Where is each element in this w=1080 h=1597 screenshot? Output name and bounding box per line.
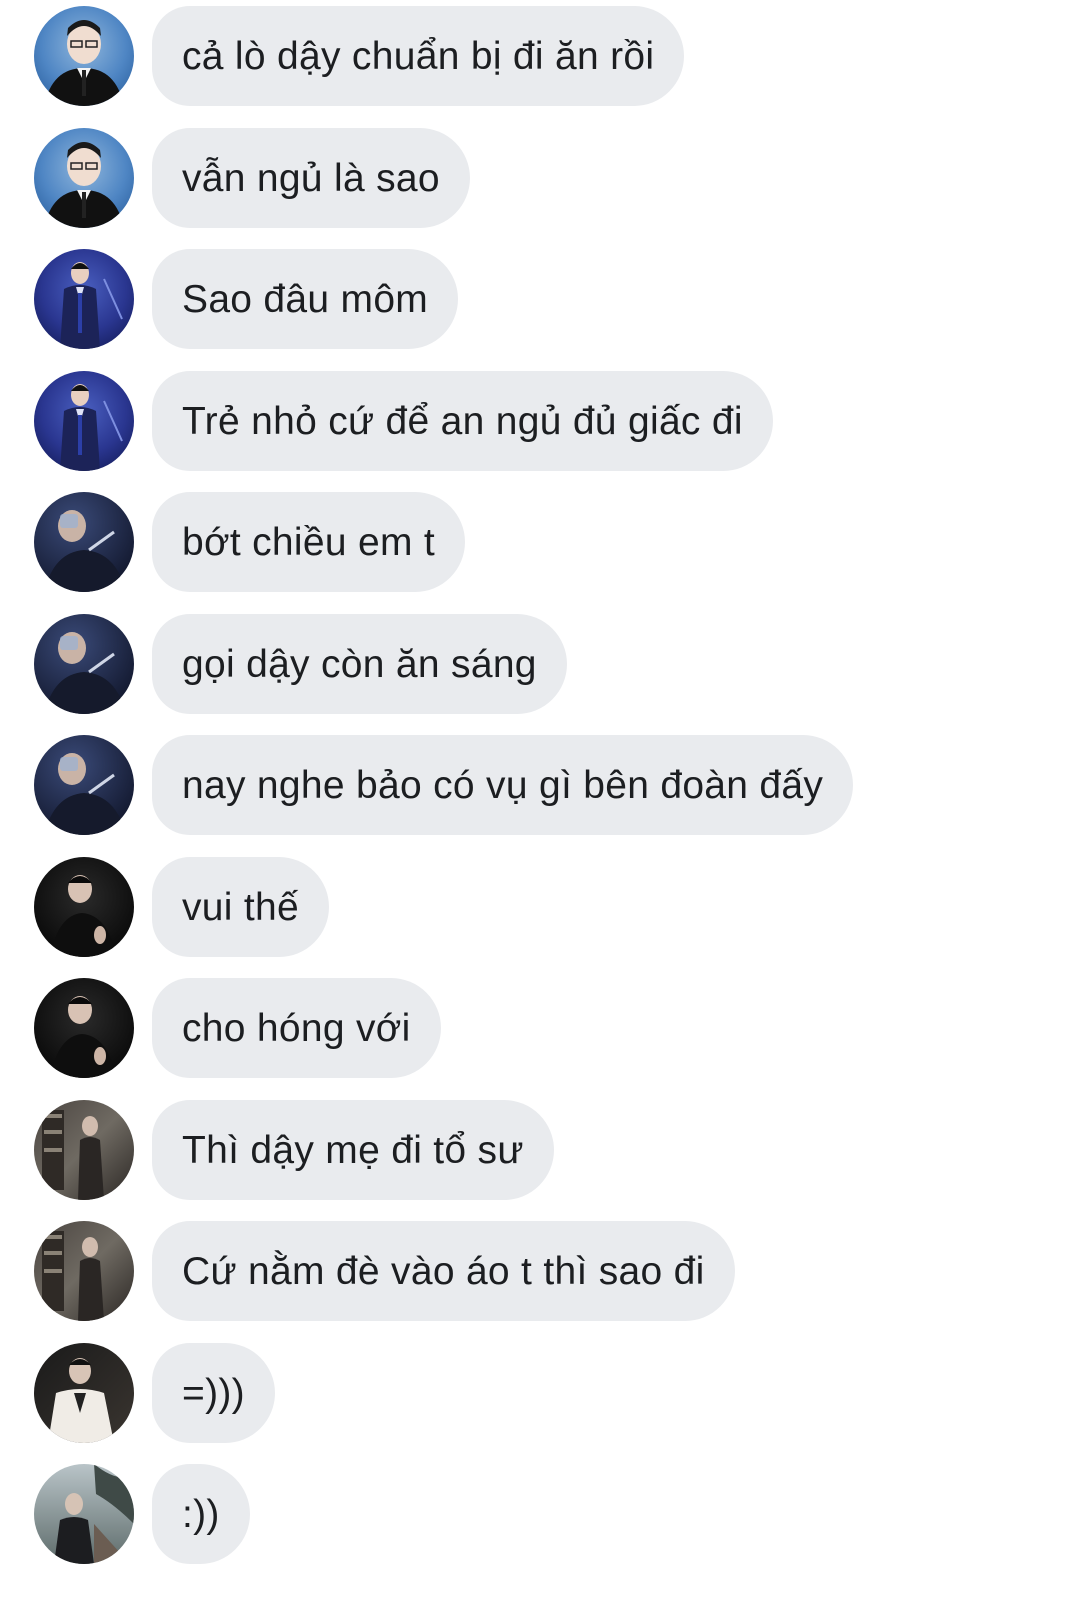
message-row: cả lò dậy chuẩn bị đi ăn rồi bbox=[0, 2, 1080, 106]
message-text: cả lò dậy chuẩn bị đi ăn rồi bbox=[182, 34, 655, 78]
message-bubble[interactable]: cả lò dậy chuẩn bị đi ăn rồi bbox=[152, 6, 685, 106]
message-bubble[interactable]: Trẻ nhỏ cứ để an ngủ đủ giấc đi bbox=[152, 371, 773, 471]
message-row: gọi dậy còn ăn sáng bbox=[0, 610, 1080, 714]
avatar-bookshelf-photo[interactable] bbox=[34, 1221, 134, 1321]
avatar-white-coat-photo[interactable] bbox=[34, 1343, 134, 1443]
message-text: Trẻ nhỏ cứ để an ngủ đủ giấc đi bbox=[182, 399, 743, 443]
message-row: Trẻ nhỏ cứ để an ngủ đủ giấc đi bbox=[0, 367, 1080, 471]
message-bubble[interactable]: gọi dậy còn ăn sáng bbox=[152, 614, 567, 714]
message-bubble[interactable]: nay nghe bảo có vụ gì bên đoàn đấy bbox=[152, 735, 854, 835]
message-bubble[interactable]: bớt chiều em t bbox=[152, 492, 466, 592]
message-row: :)) bbox=[0, 1460, 1080, 1564]
message-bubble[interactable]: :)) bbox=[152, 1464, 250, 1564]
message-bubble[interactable]: cho hóng với bbox=[152, 978, 441, 1078]
message-row: Sao đâu môm bbox=[0, 245, 1080, 349]
message-text: nay nghe bảo có vụ gì bên đoàn đấy bbox=[182, 763, 824, 807]
message-text: :)) bbox=[182, 1492, 220, 1536]
message-row: Thì dậy mẹ đi tổ sư bbox=[0, 1096, 1080, 1200]
avatar-stage-navy-photo[interactable] bbox=[34, 249, 134, 349]
message-bubble[interactable]: =))) bbox=[152, 1343, 275, 1443]
message-thread: cả lò dậy chuẩn bị đi ăn rồi vẫn ngủ là … bbox=[0, 0, 1080, 1597]
message-text: Cứ nằm đè vào áo t thì sao đi bbox=[182, 1249, 705, 1293]
avatar-bookshelf-photo[interactable] bbox=[34, 1100, 134, 1200]
message-row: Cứ nằm đè vào áo t thì sao đi bbox=[0, 1217, 1080, 1321]
message-text: vẫn ngủ là sao bbox=[182, 156, 440, 200]
message-bubble[interactable]: vẫn ngủ là sao bbox=[152, 128, 470, 228]
message-text: Sao đâu môm bbox=[182, 277, 429, 321]
message-row: =))) bbox=[0, 1339, 1080, 1443]
avatar-blue-suit-photo[interactable] bbox=[34, 6, 134, 106]
avatar-outdoor-tree-photo[interactable] bbox=[34, 1464, 134, 1564]
avatar-blue-suit-photo[interactable] bbox=[34, 128, 134, 228]
message-row: nay nghe bảo có vụ gì bên đoàn đấy bbox=[0, 731, 1080, 835]
message-row: bớt chiều em t bbox=[0, 488, 1080, 592]
message-text: =))) bbox=[182, 1371, 245, 1415]
message-row: cho hóng với bbox=[0, 974, 1080, 1078]
message-bubble[interactable]: vui thế bbox=[152, 857, 330, 957]
avatar-black-portrait-photo[interactable] bbox=[34, 978, 134, 1078]
message-text: vui thế bbox=[182, 885, 300, 929]
message-bubble[interactable]: Thì dậy mẹ đi tổ sư bbox=[152, 1100, 554, 1200]
message-bubble[interactable]: Cứ nằm đè vào áo t thì sao đi bbox=[152, 1221, 735, 1321]
avatar-dark-drinking-photo[interactable] bbox=[34, 492, 134, 592]
avatar-black-portrait-photo[interactable] bbox=[34, 857, 134, 957]
message-row: vui thế bbox=[0, 853, 1080, 957]
message-text: bớt chiều em t bbox=[182, 520, 436, 564]
message-row: vẫn ngủ là sao bbox=[0, 124, 1080, 228]
message-text: gọi dậy còn ăn sáng bbox=[182, 642, 537, 686]
avatar-dark-drinking-photo[interactable] bbox=[34, 614, 134, 714]
message-text: Thì dậy mẹ đi tổ sư bbox=[182, 1128, 524, 1172]
message-bubble[interactable]: Sao đâu môm bbox=[152, 249, 459, 349]
avatar-stage-navy-photo[interactable] bbox=[34, 371, 134, 471]
avatar-dark-drinking-photo[interactable] bbox=[34, 735, 134, 835]
message-text: cho hóng với bbox=[182, 1006, 411, 1050]
